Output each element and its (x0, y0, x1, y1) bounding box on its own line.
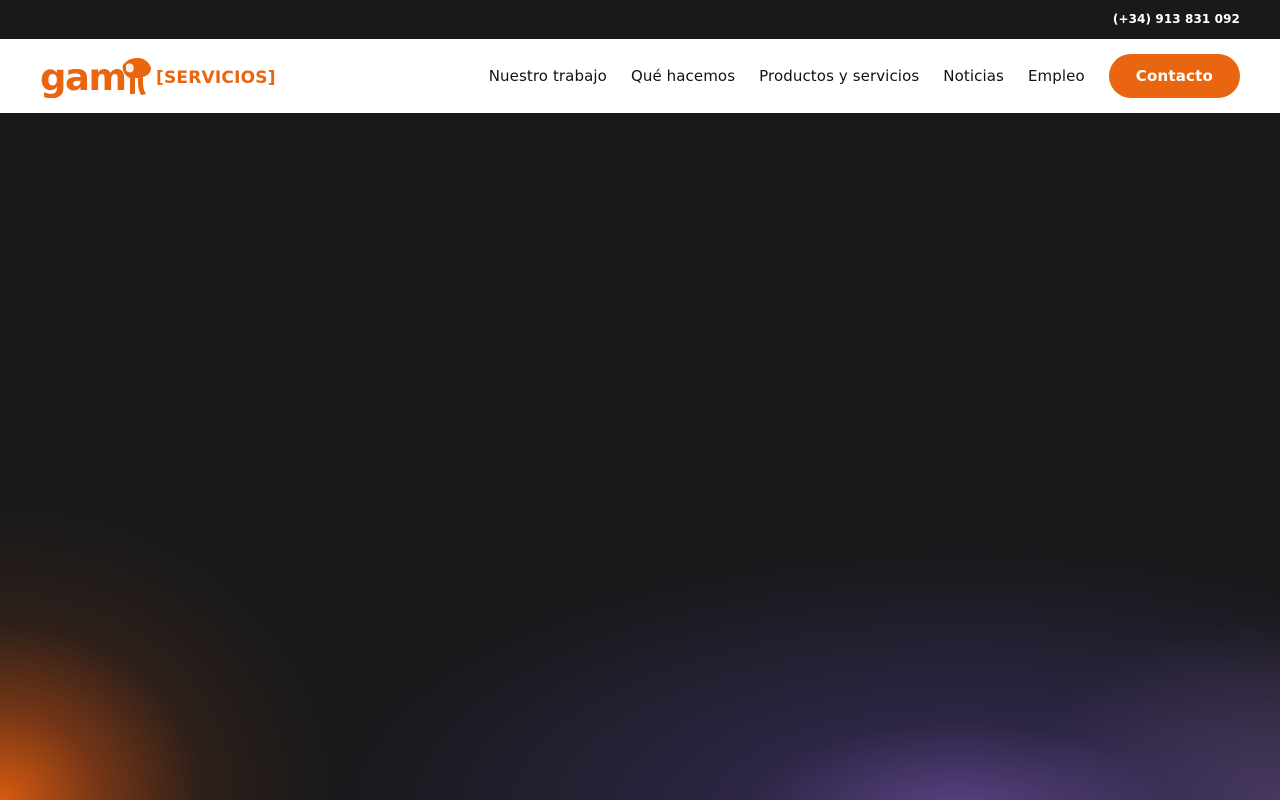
logo-wordmark: gam (40, 56, 126, 98)
phone-link[interactable]: (+34) 913 831 092 (1113, 12, 1240, 26)
nav-item-que-hacemos[interactable]: Qué hacemos (631, 67, 735, 85)
hero-section (0, 113, 1280, 800)
site-header: gam [SERVICIOS] Nuestro trabajo Qué hace… (0, 39, 1280, 113)
main-nav: Nuestro trabajo Qué hacemos Productos y … (489, 54, 1240, 98)
contact-button[interactable]: Contacto (1108, 54, 1240, 98)
nav-item-empleo[interactable]: Empleo (1028, 67, 1085, 85)
top-bar: (+34) 913 831 092 (0, 0, 1280, 39)
hero-glow-purple (0, 113, 1280, 800)
gam-logo: gam (40, 56, 151, 98)
nav-item-nuestro-trabajo[interactable]: Nuestro trabajo (489, 67, 607, 85)
logo-suffix: [SERVICIOS] (156, 68, 276, 88)
nav-item-productos-y-servicios[interactable]: Productos y servicios (759, 67, 919, 85)
nav-item-noticias[interactable]: Noticias (943, 67, 1004, 85)
elephant-icon (122, 58, 151, 95)
logo-link[interactable]: gam [SERVICIOS] (40, 56, 276, 98)
